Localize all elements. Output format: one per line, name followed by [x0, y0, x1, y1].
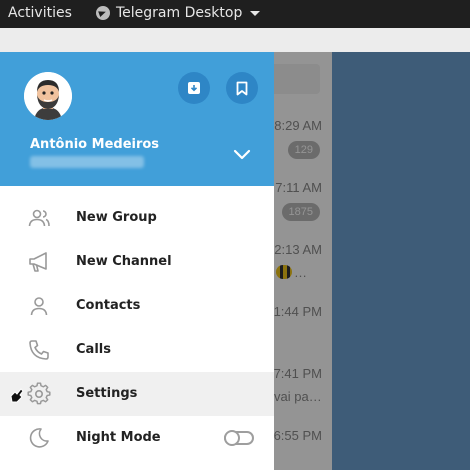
app-menu[interactable]: Telegram Desktop — [96, 5, 261, 21]
drawer-header: Antônio Medeiros — [0, 52, 274, 186]
menu-item-label: New Channel — [76, 254, 172, 269]
system-top-bar: Activities Telegram Desktop — [0, 0, 470, 28]
group-icon — [28, 209, 50, 227]
telegram-icon — [96, 6, 110, 20]
contact-icon — [30, 297, 48, 316]
gear-icon — [27, 382, 51, 405]
drawer-menu: New Group New Channel Contacts Calls Set… — [0, 196, 274, 460]
moon-icon — [29, 428, 49, 448]
avatar[interactable] — [24, 72, 72, 120]
menu-item-label: Calls — [76, 342, 111, 357]
window-titlebar — [0, 28, 470, 52]
main-menu-drawer: Antônio Medeiros New Group New Channel C… — [0, 52, 274, 470]
user-name: Antônio Medeiros — [30, 137, 160, 152]
redacted-phone — [30, 156, 144, 168]
app-menu-label: Telegram Desktop — [116, 5, 243, 21]
menu-item-contacts[interactable]: Contacts — [0, 284, 274, 328]
menu-item-new-group[interactable]: New Group — [0, 196, 274, 240]
menu-item-label: Settings — [76, 386, 138, 401]
chevron-down-icon[interactable] — [232, 148, 252, 162]
menu-item-settings[interactable]: Settings — [0, 372, 274, 416]
menu-item-label: Contacts — [76, 298, 141, 313]
saved-messages-button[interactable] — [226, 72, 258, 104]
toggle-knob — [224, 430, 240, 446]
caret-down-icon — [250, 10, 261, 16]
menu-item-label: Night Mode — [76, 430, 161, 445]
archive-icon — [188, 82, 200, 94]
activities-button[interactable]: Activities — [8, 5, 72, 21]
hand-cursor-icon — [10, 388, 24, 403]
phone-icon — [29, 340, 49, 360]
menu-item-calls[interactable]: Calls — [0, 328, 274, 372]
bookmark-icon — [236, 81, 248, 95]
megaphone-icon — [29, 252, 47, 272]
night-mode-toggle[interactable] — [224, 430, 254, 446]
menu-item-new-channel[interactable]: New Channel — [0, 240, 274, 284]
menu-item-night-mode[interactable]: Night Mode — [0, 416, 274, 460]
archive-button[interactable] — [178, 72, 210, 104]
menu-item-label: New Group — [76, 210, 157, 225]
